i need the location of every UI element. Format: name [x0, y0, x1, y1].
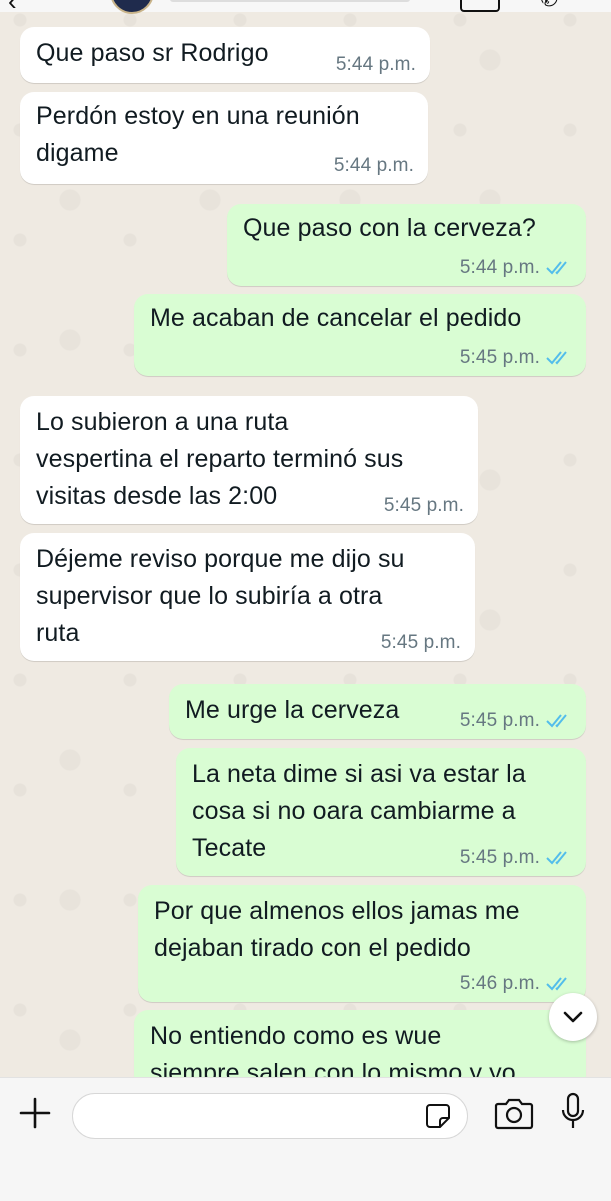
- message-time: 5:45 p.m.: [459, 710, 540, 731]
- back-chevron-icon[interactable]: ‹: [8, 0, 17, 17]
- message-time: 5:45 p.m.: [383, 495, 464, 516]
- message-time: 5:45 p.m.: [459, 847, 540, 868]
- message-bubble-incoming[interactable]: Lo subieron a una ruta vespertina el rep…: [20, 396, 478, 524]
- phone-call-icon[interactable]: ✆: [540, 0, 558, 12]
- chat-header: ‹ ✆: [0, 0, 611, 16]
- camera-icon[interactable]: [494, 1096, 534, 1130]
- read-receipt-icon: [546, 351, 567, 365]
- message-input[interactable]: [87, 1100, 421, 1132]
- message-bubble-outgoing[interactable]: Que paso con la cerveza? 5:44 p.m.: [227, 204, 586, 286]
- message-bubble-outgoing[interactable]: Por que almenos ellos jamas me dejaban t…: [138, 885, 586, 1002]
- plus-icon[interactable]: [18, 1096, 52, 1130]
- message-text: Por que almenos ellos jamas me dejaban t…: [154, 897, 520, 962]
- message-meta: 5:44 p.m.: [334, 156, 414, 176]
- message-bubble-incoming[interactable]: Perdón estoy en una reunión digame 5:44 …: [20, 92, 428, 184]
- message-meta: 5:45 p.m.: [384, 496, 464, 516]
- read-receipt-icon: [546, 261, 567, 275]
- read-receipt-icon: [546, 851, 567, 865]
- message-bubble-outgoing[interactable]: Me urge la cerveza 5:45 p.m.: [169, 684, 586, 739]
- message-meta: 5:45 p.m.: [460, 711, 574, 731]
- message-bubble-incoming[interactable]: Déjeme reviso porque me dijo su supervis…: [20, 533, 475, 661]
- message-composer: [0, 1077, 611, 1201]
- contact-avatar[interactable]: [110, 0, 154, 14]
- message-time: 5:44 p.m.: [335, 54, 416, 75]
- read-receipt-icon: [546, 714, 567, 728]
- message-bubble-outgoing[interactable]: La neta dime si asi va estar la cosa si …: [176, 748, 586, 876]
- mic-icon[interactable]: [560, 1092, 586, 1132]
- message-text: Me acaban de cancelar el pedido: [150, 304, 522, 332]
- message-meta: 5:45 p.m.: [381, 633, 461, 653]
- message-time: 5:44 p.m.: [333, 155, 414, 176]
- contact-name[interactable]: [170, 0, 410, 2]
- message-time: 5:44 p.m.: [459, 257, 540, 278]
- message-meta: 5:46 p.m.: [460, 974, 574, 994]
- message-bubble-incoming[interactable]: Que paso sr Rodrigo 5:44 p.m.: [20, 27, 430, 83]
- message-meta: 5:44 p.m.: [460, 258, 574, 278]
- message-bubble-outgoing[interactable]: Me acaban de cancelar el pedido 5:45 p.m…: [134, 294, 586, 376]
- message-meta: 5:45 p.m.: [460, 348, 574, 368]
- message-text: Que paso con la cerveza?: [243, 214, 536, 242]
- message-time: 5:45 p.m.: [380, 632, 461, 653]
- message-meta: 5:44 p.m.: [336, 55, 416, 75]
- message-meta: 5:45 p.m.: [460, 848, 574, 868]
- scroll-to-bottom-button[interactable]: [549, 993, 597, 1041]
- video-call-icon[interactable]: [460, 0, 500, 12]
- message-time: 5:46 p.m.: [459, 973, 540, 994]
- message-input-box[interactable]: [72, 1093, 468, 1139]
- message-time: 5:45 p.m.: [459, 347, 540, 368]
- sticker-icon[interactable]: [425, 1103, 451, 1129]
- read-receipt-icon: [546, 977, 567, 991]
- chevron-down-icon: [563, 1011, 583, 1023]
